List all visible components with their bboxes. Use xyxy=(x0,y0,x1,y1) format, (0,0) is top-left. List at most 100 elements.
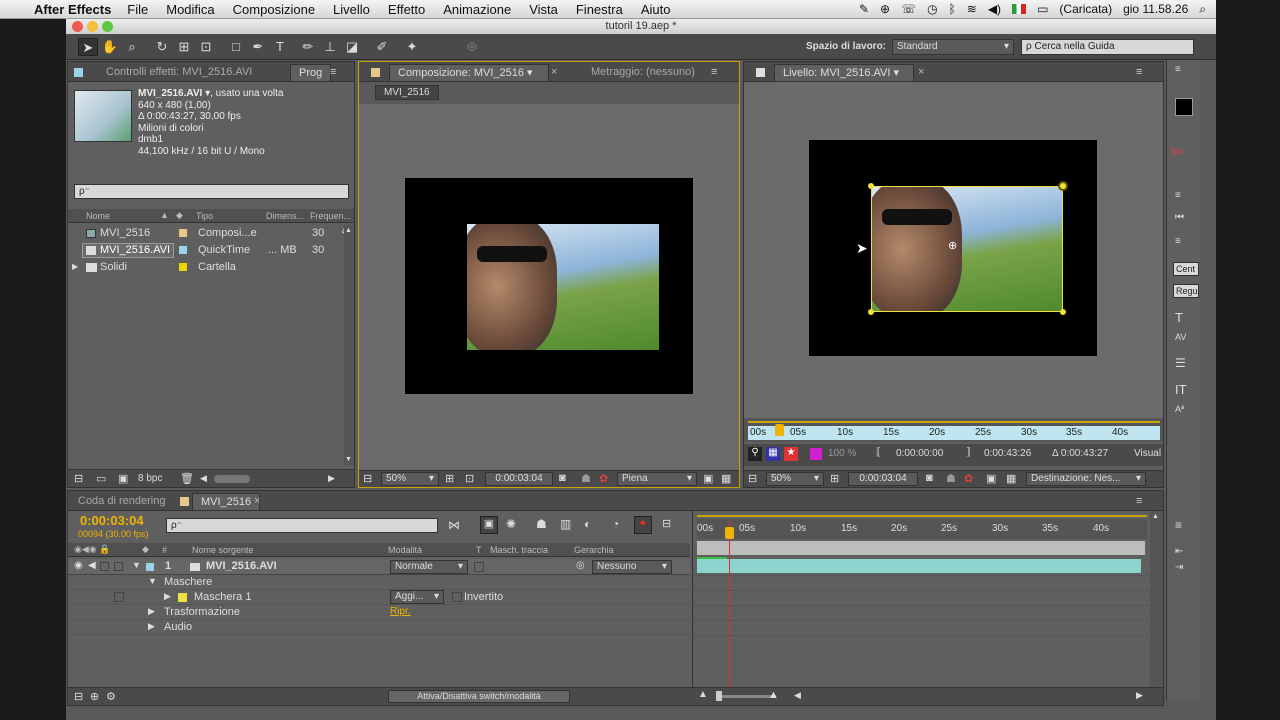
eraser-tool-icon[interactable]: ◪ xyxy=(342,38,362,56)
label-color[interactable] xyxy=(179,229,187,237)
brush-tool-icon[interactable]: ✏ xyxy=(298,38,318,56)
menu-vista[interactable]: Vista xyxy=(529,2,558,17)
flag-icon[interactable] xyxy=(1012,4,1027,14)
mask-vertex[interactable] xyxy=(1060,309,1066,315)
resolution-dropdown[interactable]: Piena ▾ xyxy=(617,472,697,486)
preserve-transparency-checkbox[interactable] xyxy=(474,562,484,572)
view-label[interactable]: Visual xyxy=(1134,448,1161,459)
region-of-interest-icon[interactable]: ▣ xyxy=(986,472,996,485)
layer-viewer[interactable]: ⊕ ➤ xyxy=(744,82,1163,418)
shy-icon[interactable]: ☗ xyxy=(536,517,547,531)
work-area-bar[interactable] xyxy=(697,515,1147,517)
minimize-window-button[interactable] xyxy=(87,21,98,32)
phone-icon[interactable]: ☏ xyxy=(901,2,916,16)
panel-menu-icon[interactable]: ≡ xyxy=(1136,495,1142,507)
mask-mode-dropdown[interactable]: Aggi... ▾ xyxy=(390,590,444,604)
project-item[interactable]: MVI_2516 Composi...e 30 ⚘ xyxy=(68,225,350,241)
show-snapshot-icon[interactable]: ☗ xyxy=(581,472,591,485)
always-preview-icon[interactable]: ⊟ xyxy=(363,472,372,485)
zoom-slider-thumb[interactable] xyxy=(716,691,722,701)
new-folder-icon[interactable]: ▭ xyxy=(96,472,106,485)
motion-sketch-icon[interactable]: ⊟ xyxy=(662,517,671,530)
panel-menu-icon[interactable]: ≡ xyxy=(1175,190,1181,201)
expand-triangle-icon[interactable]: ▶ xyxy=(148,606,155,617)
label-tag-icon[interactable]: ◆ xyxy=(176,210,183,221)
timeline-playhead-handle[interactable] xyxy=(725,527,734,539)
close-tab-icon[interactable]: × xyxy=(918,66,924,78)
set-out-point-icon[interactable]: ⟧ xyxy=(966,447,971,458)
graph-editor-icon[interactable]: ◔ xyxy=(612,517,619,531)
close-tab-icon[interactable]: × xyxy=(551,66,557,78)
channel-icon[interactable]: ✿ xyxy=(964,472,973,485)
draft-3d-icon[interactable]: ✺ xyxy=(506,517,516,531)
panel-menu-icon[interactable]: ≡ xyxy=(330,66,336,78)
parent-dropdown[interactable]: Nessuno ▾ xyxy=(592,560,672,574)
menu-animazione[interactable]: Animazione xyxy=(443,2,511,17)
overlay-color-swatch[interactable] xyxy=(810,448,822,460)
menu-livello[interactable]: Livello xyxy=(333,2,370,17)
chevron-down-icon[interactable]: ▾ xyxy=(893,67,899,79)
video-eye-icon[interactable]: ◉ xyxy=(74,560,83,571)
layer-current-time[interactable]: 0:00:03:04 xyxy=(848,472,918,486)
menu-effetto[interactable]: Effetto xyxy=(388,2,425,17)
time-graph[interactable]: 00s 05s 10s 15s 20s 25s 30s 35s 40s xyxy=(692,511,1149,705)
expand-triangle-icon[interactable]: ▶ xyxy=(164,591,171,602)
wifi-icon[interactable]: ≋ xyxy=(967,2,977,16)
app-menu[interactable]: After Effects xyxy=(34,2,111,17)
help-search-input[interactable]: ρ Cerca nella Guida xyxy=(1021,39,1194,55)
timeline-scrollbar[interactable]: ▲ ▼ xyxy=(1150,511,1163,705)
mask1-row[interactable]: ▶ Maschera 1 Aggi... ▾ Invertito xyxy=(68,590,690,605)
comp-zoom-dropdown[interactable]: 50% ▾ xyxy=(381,472,439,486)
rectangle-tool-icon[interactable]: □ xyxy=(226,38,246,56)
accessibility-icon[interactable]: ⊕ xyxy=(880,2,890,16)
workspace-dropdown[interactable]: Standard ▾ xyxy=(892,39,1014,55)
zoom-tool-icon[interactable]: ⌕ xyxy=(122,38,142,56)
pick-whip-icon[interactable]: ◎ xyxy=(576,560,585,571)
anchor-point-icon[interactable]: ⊕ xyxy=(948,239,957,252)
layer-row[interactable]: ◉ ◀ ▼ 1 MVI_2516.AVI Normale ▾ ◎ Nessuno ▾ xyxy=(68,559,690,575)
live-update-icon[interactable]: ▣ xyxy=(480,516,498,534)
layer-in-time[interactable]: 0:00:00:00 xyxy=(896,448,943,459)
solo-checkbox[interactable] xyxy=(100,562,109,571)
layer-out-time[interactable]: 0:00:43:26 xyxy=(984,448,1031,459)
mask-lock-checkbox[interactable] xyxy=(114,592,124,602)
timeline-ruler[interactable] xyxy=(697,519,1147,539)
snapshot-icon[interactable]: ◙ xyxy=(559,472,566,484)
mask-visibility-icon[interactable]: ⊡ xyxy=(465,472,474,485)
roto-brush-tool-icon[interactable]: ✐ xyxy=(372,38,392,56)
panel-menu-icon[interactable]: ≡ xyxy=(1175,518,1182,532)
menu-modifica[interactable]: Modifica xyxy=(166,2,214,17)
interpret-footage-icon[interactable]: ⊟ xyxy=(74,472,83,485)
stroke-icon[interactable]: ☰ xyxy=(1175,356,1186,370)
layer-video-with-mask[interactable]: ⊕ xyxy=(871,186,1063,312)
menu-finestra[interactable]: Finestra xyxy=(576,2,623,17)
transparency-grid-icon[interactable]: ▦ xyxy=(721,472,731,485)
pan-behind-tool-icon[interactable]: ⊡ xyxy=(196,38,216,56)
baseline-shift-icon[interactable]: Aª xyxy=(1175,404,1184,414)
toggle-switches-modes-button[interactable]: Attiva/Disattiva switch/modalità xyxy=(388,690,570,703)
comp-breadcrumb[interactable]: MVI_2516 xyxy=(375,85,439,100)
auto-keyframe-icon[interactable]: ● xyxy=(634,516,652,534)
indent-icon[interactable]: ⇥ xyxy=(1175,562,1183,573)
comp-viewer[interactable] xyxy=(359,104,739,470)
clock[interactable]: gio 11.58.26 xyxy=(1123,2,1188,16)
vertical-scale-icon[interactable]: IT xyxy=(1175,382,1187,397)
text-size-icon[interactable]: T xyxy=(1175,310,1183,325)
kerning-icon[interactable]: AV xyxy=(1175,332,1186,342)
col-parent[interactable]: Gerarchia xyxy=(574,545,614,555)
mask-vertex[interactable] xyxy=(1058,181,1068,191)
scroll-left-icon[interactable]: ◀ xyxy=(794,690,801,701)
clone-tool-icon[interactable]: ⊥ xyxy=(320,38,340,56)
tab-project[interactable]: Prog xyxy=(290,64,332,81)
render-destination-dropdown[interactable]: Destinazione: Nes... ▾ xyxy=(1026,472,1146,486)
col-track-matte[interactable]: Masch. traccia xyxy=(490,545,548,555)
expand-switches-icon[interactable]: ⊟ xyxy=(74,690,83,703)
collapse-triangle-icon[interactable]: ▼ xyxy=(148,576,157,586)
panel-menu-icon[interactable]: ≡ xyxy=(711,66,717,78)
hand-tool-icon[interactable]: ✋ xyxy=(100,38,120,56)
rotate-tool-icon[interactable]: ↻ xyxy=(152,38,172,56)
project-item[interactable]: MVI_2516.AVI QuickTime ... MB 30 xyxy=(68,242,344,258)
timeline-search-input[interactable]: ρ⁻ xyxy=(166,518,438,533)
battery-icon[interactable]: ▭ xyxy=(1037,2,1048,16)
new-comp-icon[interactable]: ▣ xyxy=(118,472,128,485)
